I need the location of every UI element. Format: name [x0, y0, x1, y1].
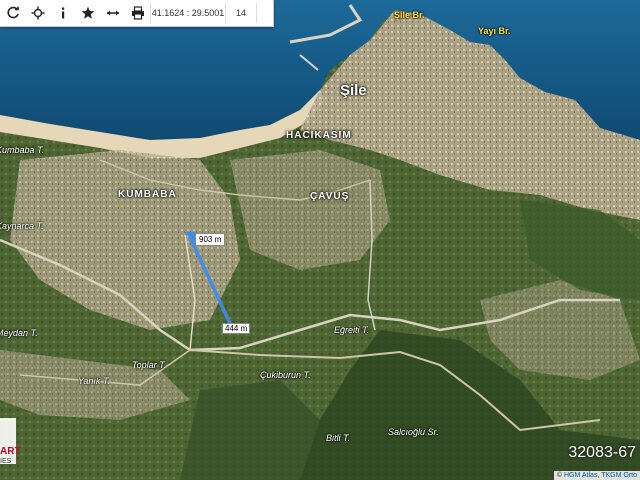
measure-icon — [106, 10, 119, 16]
place-label-bitli: Bitli T. — [326, 433, 351, 443]
measurement-end-label: 444 m — [222, 323, 251, 334]
refresh-button[interactable] — [0, 0, 25, 26]
place-label-salcioglu: Salcıoğlu Sr. — [388, 427, 439, 437]
locate-icon — [31, 6, 44, 20]
coordinates-readout: 41.1624 : 29.5001 — [151, 8, 225, 18]
place-label-meydan: Meydan T. — [0, 328, 38, 338]
hgm-atlas-link[interactable]: HGM Atlas — [564, 472, 597, 479]
district-label-kumbaba: KUMBABA — [118, 189, 177, 200]
satellite-map[interactable] — [0, 0, 640, 480]
info-icon — [61, 7, 64, 19]
listing-watermark: 32083-67 — [568, 444, 636, 461]
print-icon — [131, 6, 144, 20]
favorite-button[interactable] — [75, 0, 100, 26]
agency-logo-sub: IES — [0, 458, 12, 465]
place-label-yanik: Yanık T. — [78, 376, 111, 386]
info-button[interactable] — [50, 0, 75, 26]
locate-button[interactable] — [25, 0, 50, 26]
measurement-label: 903 m — [195, 233, 226, 246]
agency-logo-text: ART — [0, 446, 21, 457]
district-label-hacikasim: HACIKASIM — [286, 130, 352, 141]
zoom-level: 14 — [235, 8, 246, 18]
tkgm-orto-link[interactable]: TKGM Orto — [601, 472, 637, 479]
place-label-toplar: Toplar T. — [132, 360, 167, 370]
print-button[interactable] — [125, 0, 150, 26]
district-label-cavus: ÇAVUŞ — [310, 191, 350, 202]
sea-label-yayi-br: Yayı Br. — [478, 26, 511, 36]
refresh-icon — [6, 6, 19, 19]
place-label-kumbaba: Kumbaba T. — [0, 145, 45, 155]
place-label-kaynarca: Kaynarca T. — [0, 221, 44, 231]
favorite-icon — [81, 6, 94, 19]
town-label-sile: Şile — [340, 82, 367, 99]
place-label-egreiti: Eğreiti T. — [334, 325, 370, 335]
place-label-cukiburun: Çukiburun T. — [260, 370, 311, 380]
map-toolbar: 41.1624 : 29.5001 14 — [0, 0, 274, 27]
measure-button[interactable] — [100, 0, 125, 26]
map-attribution: © HGM Atlas, TKGM Orto — [553, 471, 640, 480]
sea-label-sile-br: Şile Br. — [394, 10, 425, 20]
copyright-symbol: © — [556, 472, 563, 479]
